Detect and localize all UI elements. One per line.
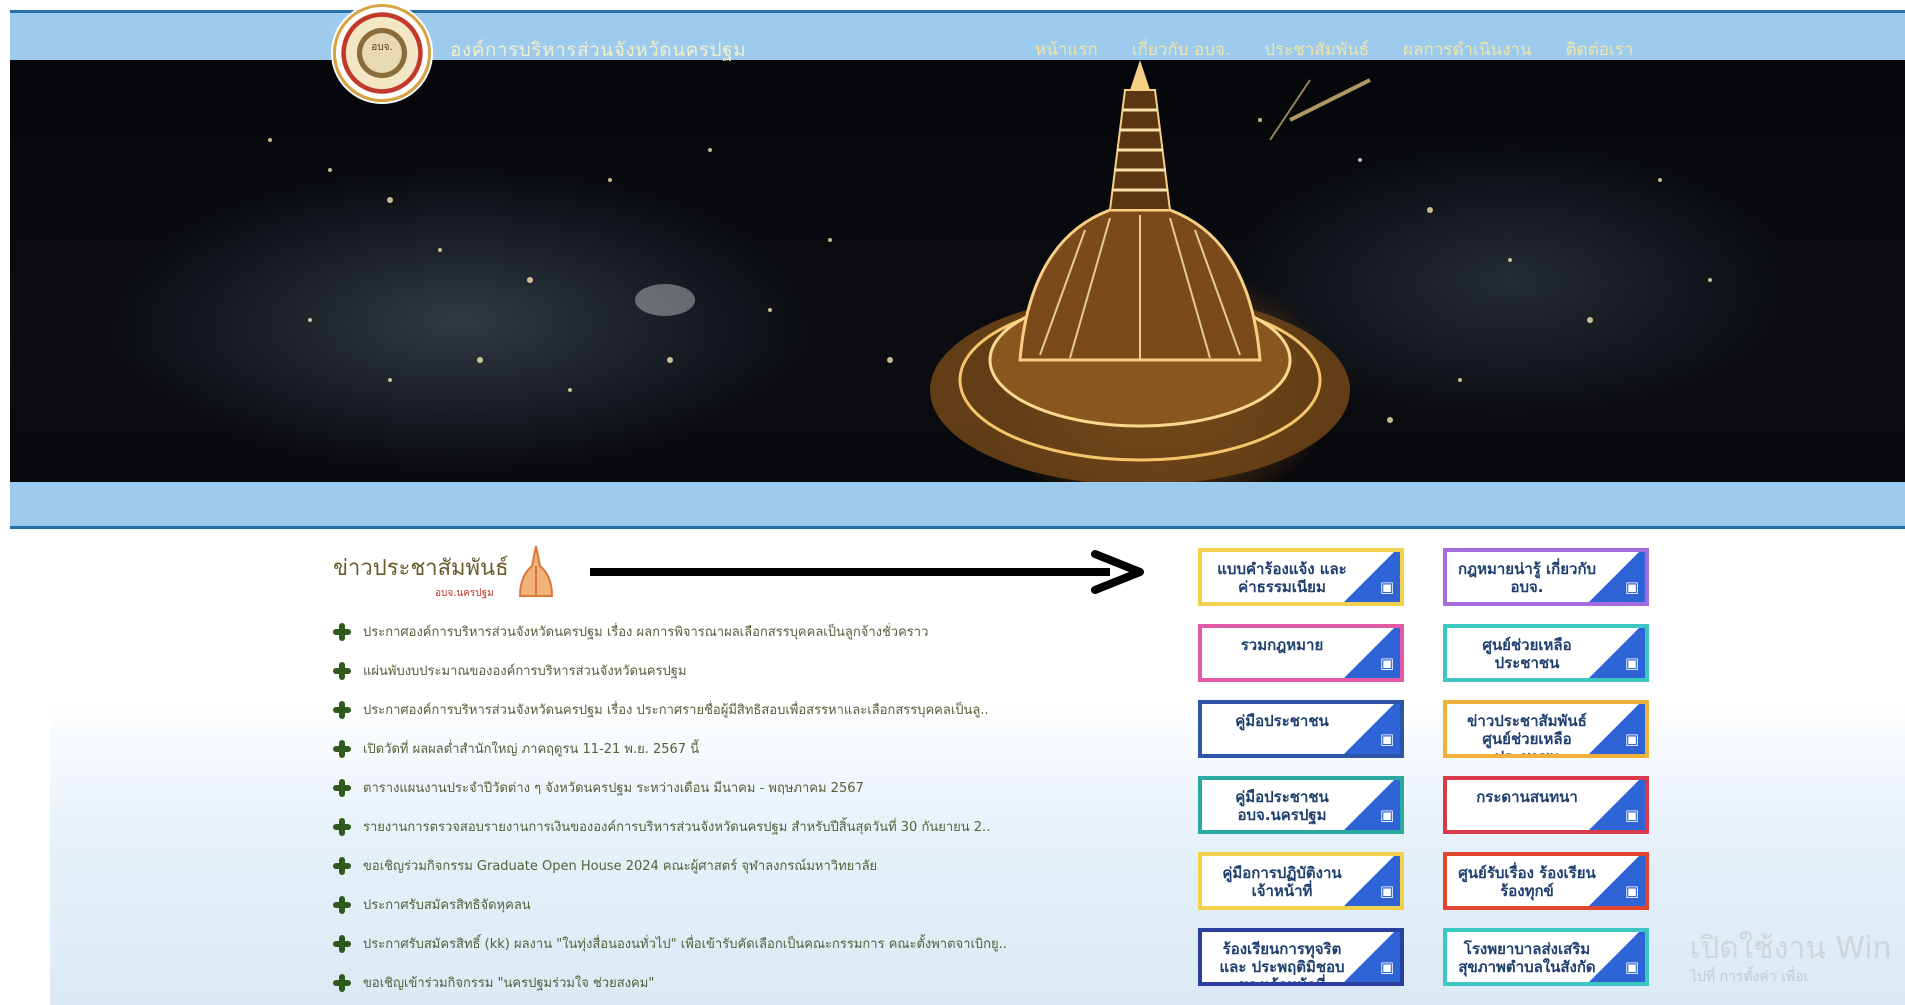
- manual-icon: ▣: [1379, 806, 1394, 824]
- quick-link-button[interactable]: ศูนย์ช่วยเหลือ ประชาชน ▣: [1443, 624, 1649, 682]
- chat-icon: ▣: [1624, 806, 1639, 824]
- clover-bullet-icon: [333, 934, 351, 953]
- quick-link-label: รวมกฎหมาย: [1240, 636, 1324, 654]
- nav-home[interactable]: หน้าแรก: [1035, 36, 1098, 63]
- quick-link-label: คู่มือการปฏิบัติงาน เจ้าหน้าที่: [1222, 864, 1342, 900]
- clover-bullet-icon: [333, 622, 351, 641]
- news-item[interactable]: ประกาศรับสมัครสิทธิจัดหุคลน: [333, 885, 1063, 924]
- news-item[interactable]: ประกาศรับสมัครสิทธิ์ (kk) ผลงาน "ในทุ่งส…: [333, 924, 1063, 963]
- clover-bullet-icon: [333, 778, 351, 797]
- pagoda-icon: [518, 546, 554, 597]
- news-icon: ▣: [1624, 730, 1639, 748]
- quick-link-button[interactable]: กระดานสนทนา ▣: [1443, 776, 1649, 834]
- report-icon: ▣: [1379, 958, 1394, 976]
- news-item[interactable]: ขอเชิญเข้าร่วมกิจกรรม "นครปฐมร่วมใจ ช่วย…: [333, 963, 1063, 1002]
- quick-link-button[interactable]: คู่มือประชาชน ▣: [1198, 700, 1404, 758]
- quick-link-button[interactable]: คู่มือการปฏิบัติงาน เจ้าหน้าที่ ▣: [1198, 852, 1404, 910]
- windows-activation-subtext: ไปที่ การตั้งค่า เพื่อเ: [1690, 969, 1809, 985]
- quick-link-label: โรงพยาบาลส่งเสริม สุขภาพตำบลในสังกัด: [1458, 940, 1596, 976]
- arrow-right-icon: [590, 550, 1144, 594]
- nav-news[interactable]: ประชาสัมพันธ์: [1264, 36, 1369, 63]
- site-title[interactable]: องค์การบริหารส่วนจังหวัดนครปฐม: [450, 35, 746, 65]
- quick-link-button[interactable]: ร้องเรียนการทุจริตและ ประพฤติมิชอบของเจ้…: [1198, 928, 1404, 986]
- clover-bullet-icon: [333, 895, 351, 914]
- document-icon: ▣: [1379, 578, 1394, 596]
- news-item[interactable]: ประกาศองค์การบริหารส่วนจังหวัดนครปฐม เรื…: [333, 612, 1063, 651]
- quick-link-label: ร้องเรียนการทุจริตและ ประพฤติมิชอบของเจ้…: [1219, 940, 1345, 986]
- quick-link-button[interactable]: โรงพยาบาลส่งเสริม สุขภาพตำบลในสังกัด ▣: [1443, 928, 1649, 986]
- quick-link-label: คู่มือประชาชน: [1235, 712, 1329, 730]
- quick-link-label: ข่าวประชาสัมพันธ์ ศูนย์ช่วยเหลือประชาชน: [1467, 712, 1587, 758]
- law-icon: ▣: [1379, 654, 1394, 672]
- news-list: ประกาศองค์การบริหารส่วนจังหวัดนครปฐม เรื…: [333, 612, 1063, 1002]
- quick-link-label: ศูนย์รับเรื่อง ร้องเรียนร้องทุกข์: [1458, 864, 1596, 900]
- clover-bullet-icon: [333, 661, 351, 680]
- news-heading: ข่าวประชาสัมพันธ์: [333, 556, 509, 581]
- news-item[interactable]: ประกาศองค์การบริหารส่วนจังหวัดนครปฐม เรื…: [333, 690, 1063, 729]
- banner-bottom-strip: [10, 482, 1905, 529]
- main-nav: หน้าแรก เกี่ยวกับ อบจ. ประชาสัมพันธ์ ผลก…: [1035, 36, 1633, 63]
- quick-link-button[interactable]: คู่มือประชาชน อบจ.นครปฐม ▣: [1198, 776, 1404, 834]
- news-subheading: อบจ.นครปฐม: [435, 588, 494, 599]
- pagoda-illustration: [268, 60, 1712, 482]
- clover-bullet-icon: [333, 856, 351, 875]
- news-item[interactable]: ขอเชิญร่วมกิจกรรม Graduate Open House 20…: [333, 846, 1063, 885]
- manual-icon: ▣: [1379, 730, 1394, 748]
- news-item[interactable]: รายงานการตรวจสอบรายงานการเงินขององค์การบ…: [333, 807, 1063, 846]
- clover-bullet-icon: [333, 700, 351, 719]
- book-icon: ▣: [1624, 578, 1639, 596]
- quick-link-button[interactable]: กฎหมายน่ารู้ เกี่ยวกับ อบจ. ▣: [1443, 548, 1649, 606]
- nav-about[interactable]: เกี่ยวกับ อบจ.: [1132, 36, 1230, 63]
- quick-link-button[interactable]: ข่าวประชาสัมพันธ์ ศูนย์ช่วยเหลือประชาชน ▣: [1443, 700, 1649, 758]
- hospital-icon: ▣: [1624, 958, 1639, 976]
- news-item[interactable]: เปิดวัดที่ ผลผลต่ำสำนักใหญ่ ภาคฤดูรน 11-…: [333, 729, 1063, 768]
- top-navbar: องค์การบริหารส่วนจังหวัดนครปฐม หน้าแรก เ…: [10, 10, 1905, 63]
- quick-link-button[interactable]: ศูนย์รับเรื่อง ร้องเรียนร้องทุกข์ ▣: [1443, 852, 1649, 910]
- quick-link-button[interactable]: แบบคำร้องแจ้ง และค่าธรรมเนียม ▣: [1198, 548, 1404, 606]
- clover-bullet-icon: [333, 739, 351, 758]
- org-logo[interactable]: อบจ.: [333, 4, 431, 102]
- nav-contact[interactable]: ติดต่อเรา: [1566, 36, 1634, 63]
- quick-link-label: ศูนย์ช่วยเหลือ ประชาชน: [1482, 636, 1572, 672]
- windows-activation-watermark: เปิดใช้งาน Win: [1690, 931, 1892, 966]
- news-item[interactable]: แผ่นพับงบประมาณขององค์การบริหารส่วนจังหว…: [333, 651, 1063, 690]
- clover-bullet-icon: [333, 817, 351, 836]
- quick-link-label: แบบคำร้องแจ้ง และค่าธรรมเนียม: [1217, 560, 1347, 596]
- nav-results[interactable]: ผลการดำเนินงาน: [1403, 36, 1531, 63]
- help-icon: ▣: [1624, 654, 1639, 672]
- quick-link-label: กระดานสนทนา: [1476, 788, 1578, 806]
- complaint-icon: ▣: [1624, 882, 1639, 900]
- clover-bullet-icon: [333, 973, 351, 992]
- news-item[interactable]: ตารางแผนงานประจำปีวัดต่าง ๆ จังหวัดนครปฐ…: [333, 768, 1063, 807]
- quick-link-label: กฎหมายน่ารู้ เกี่ยวกับ อบจ.: [1457, 560, 1597, 596]
- hero-banner-image: [10, 60, 1905, 482]
- guide-icon: ▣: [1379, 882, 1394, 900]
- quick-link-label: คู่มือประชาชน อบจ.นครปฐม: [1235, 788, 1329, 824]
- logo-text: อบจ.: [371, 42, 393, 53]
- quick-link-button[interactable]: รวมกฎหมาย ▣: [1198, 624, 1404, 682]
